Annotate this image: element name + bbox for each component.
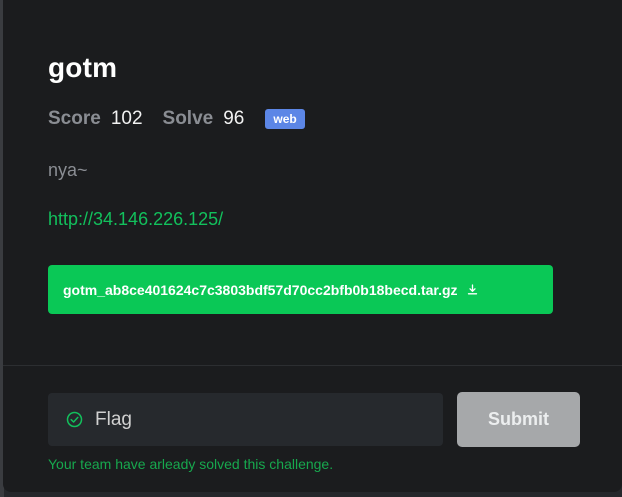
challenge-modal: gotm Score 102 Solve 96 web nya~ http://… [3,0,622,492]
challenge-link[interactable]: http://34.146.226.125/ [48,209,223,230]
attachment-filename: gotm_ab8ce401624c7c3803bdf57d70cc2bfb0b1… [63,281,458,298]
score-value: 102 [110,108,143,129]
challenge-meta: Score 102 Solve 96 web [48,108,305,130]
attachment-download-button[interactable]: gotm_ab8ce401624c7c3803bdf57d70cc2bfb0b1… [48,265,553,314]
flag-field[interactable] [48,393,443,446]
solve-value: 96 [223,108,245,129]
challenge-description: nya~ [48,160,88,180]
flag-input[interactable] [95,408,415,431]
download-icon [467,284,478,295]
score-label: Score [48,108,101,129]
solve-label: Solve [162,108,214,129]
challenge-body: gotm Score 102 Solve 96 web nya~ http://… [3,0,622,365]
submit-button[interactable]: Submit [457,392,580,447]
category-tag: web [265,109,305,129]
solved-status-message: Your team have arleady solved this chall… [48,456,334,472]
challenge-title: gotm [48,52,118,83]
flag-submit-area: Submit Your team have arleady solved thi… [3,366,622,492]
check-circle-icon [66,411,83,428]
